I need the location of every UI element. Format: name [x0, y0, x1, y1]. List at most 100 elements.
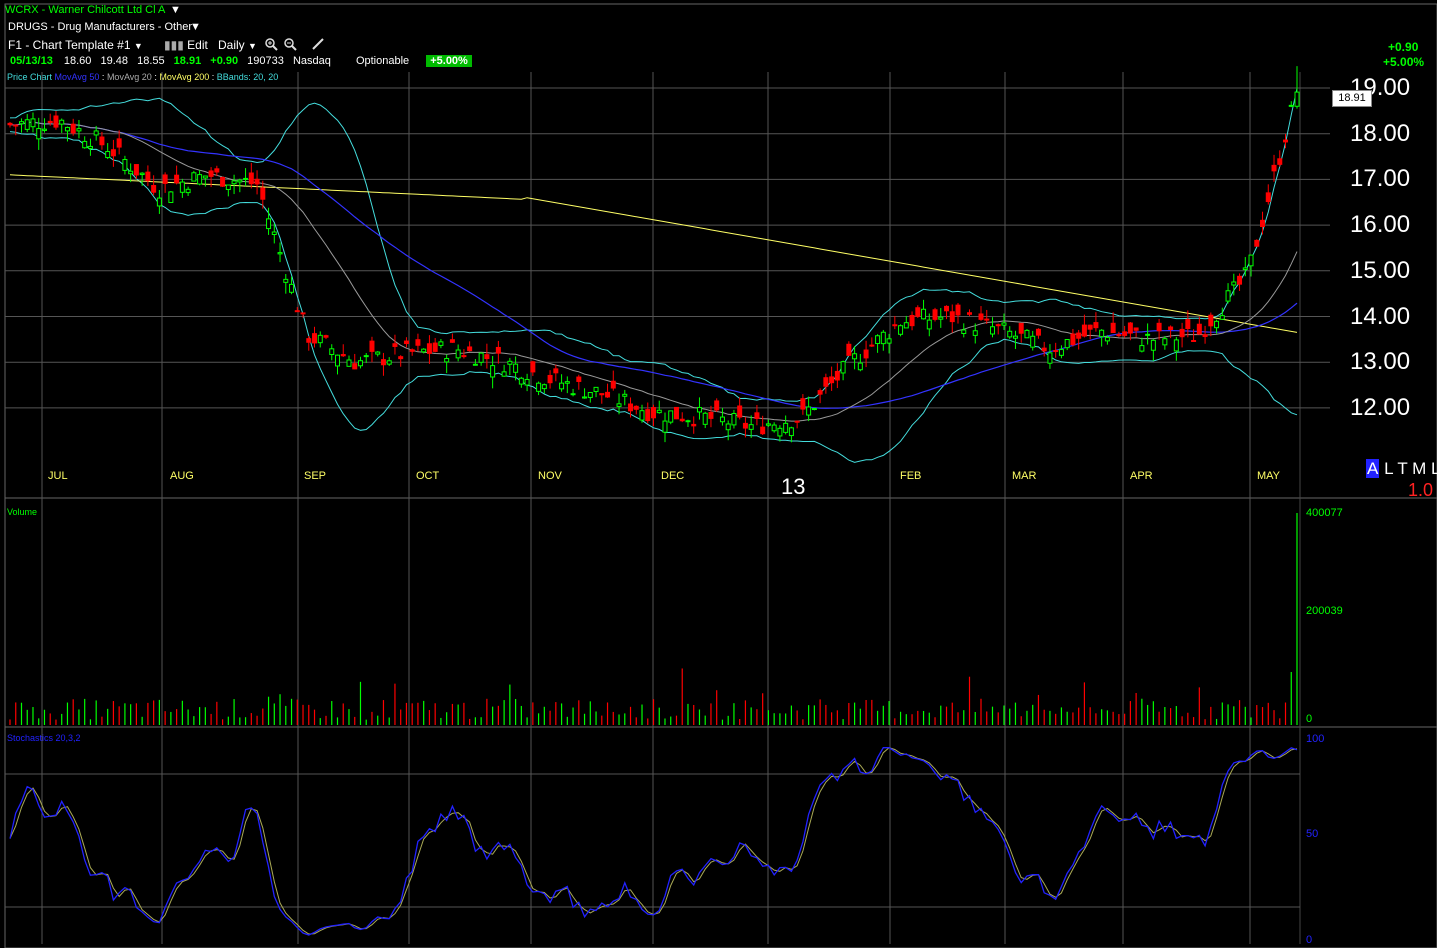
candle-body [271, 231, 277, 235]
month-tick-label: APR [1130, 470, 1153, 482]
candle-body [162, 174, 168, 184]
candle-body [938, 316, 944, 320]
candle-body [266, 218, 272, 230]
candle-body [444, 358, 450, 363]
candle-body [185, 188, 191, 194]
candle-body [823, 377, 829, 387]
candle-body [41, 128, 47, 131]
candle-body [294, 310, 300, 313]
candle-body [139, 172, 145, 176]
candle-body [880, 331, 886, 345]
last-price-tag: 18.91 [1332, 90, 1372, 107]
candle-body [495, 346, 501, 354]
stochastics-label: Stochastics 20,3,2 [7, 733, 81, 743]
candle-body [47, 120, 53, 124]
candle-body [559, 382, 565, 390]
corner-ltml[interactable]: L T M L [1384, 459, 1437, 478]
candle-body [639, 410, 645, 421]
candle-body [978, 313, 984, 320]
candle-body [317, 334, 323, 344]
candle-body [1196, 323, 1202, 335]
candle-body [156, 197, 162, 207]
candle-body [507, 360, 513, 365]
month-tick-label: NOV [538, 470, 562, 482]
candle-body [1087, 324, 1093, 330]
candle-body [438, 341, 444, 346]
candle-body [829, 376, 835, 384]
candle-body [869, 344, 875, 347]
year-label: 13 [781, 474, 806, 499]
candle-body [59, 119, 65, 125]
candle-body [392, 343, 398, 347]
candle-body [1093, 322, 1099, 329]
candle-body [518, 377, 524, 385]
candle-body [760, 426, 766, 435]
candle-body [1219, 315, 1225, 320]
candle-body [1288, 104, 1294, 107]
candle-body [375, 351, 381, 355]
candle-body [1150, 339, 1156, 351]
candle-body [214, 168, 220, 173]
candle-body [576, 376, 582, 382]
candle-body [800, 398, 806, 410]
volume-tick-label: 200039 [1306, 605, 1343, 617]
stock-chart[interactable] [0, 0, 1437, 948]
stoch-tick-label: 100 [1306, 733, 1325, 745]
candle-body [254, 178, 260, 185]
candle-body [168, 191, 174, 203]
candle-body [478, 352, 484, 363]
candle-body [30, 118, 36, 128]
candle-body [961, 329, 967, 335]
candle-body [989, 326, 995, 335]
candle-body [490, 365, 496, 378]
candle-body [1007, 330, 1013, 338]
candle-body [243, 177, 249, 180]
candle-body [857, 362, 863, 371]
candle-body [1070, 333, 1076, 346]
candle-body [409, 349, 415, 352]
candle-body [903, 322, 909, 329]
candle-body [7, 122, 13, 126]
candle-body [82, 140, 88, 149]
candle-body [1041, 347, 1047, 352]
volume-label: Volume [7, 507, 38, 517]
candle-body [197, 174, 203, 185]
candle-body [754, 412, 760, 419]
candle-body [202, 175, 208, 179]
candle-body [737, 405, 743, 418]
candle-body [582, 396, 588, 399]
candle-body [1283, 139, 1289, 143]
candle-body [277, 252, 283, 255]
stoch-tick-label: 50 [1306, 828, 1319, 840]
candle-body [995, 324, 1001, 327]
candle-body [380, 359, 386, 366]
candle-body [547, 374, 553, 384]
candle-body [984, 318, 990, 321]
candle-body [570, 393, 576, 396]
candle-body [18, 121, 24, 125]
candle-body [283, 278, 289, 283]
candle-body [731, 412, 737, 426]
month-tick-label: AUG [170, 470, 194, 482]
candle-body [248, 172, 254, 185]
price-tick-label: 13.00 [1350, 348, 1411, 376]
candle-body [1179, 328, 1185, 338]
candle-body [87, 145, 93, 149]
corner-a[interactable]: A [1366, 459, 1380, 478]
candle-body [369, 340, 375, 352]
candle-body [352, 363, 358, 370]
candle-body [151, 185, 157, 193]
candle-body [461, 355, 467, 358]
month-tick-label: MAR [1012, 470, 1037, 482]
candle-body [656, 409, 662, 414]
price-tick-label: 16.00 [1350, 211, 1411, 239]
candle-body [323, 335, 329, 338]
candle-body [1265, 192, 1271, 203]
candle-body [231, 180, 237, 185]
candle-body [1208, 314, 1214, 327]
candle-body [1162, 338, 1168, 346]
candle-body [1271, 164, 1277, 172]
candle-body [915, 307, 921, 317]
candle-body [921, 308, 927, 320]
candle-body [145, 171, 151, 182]
